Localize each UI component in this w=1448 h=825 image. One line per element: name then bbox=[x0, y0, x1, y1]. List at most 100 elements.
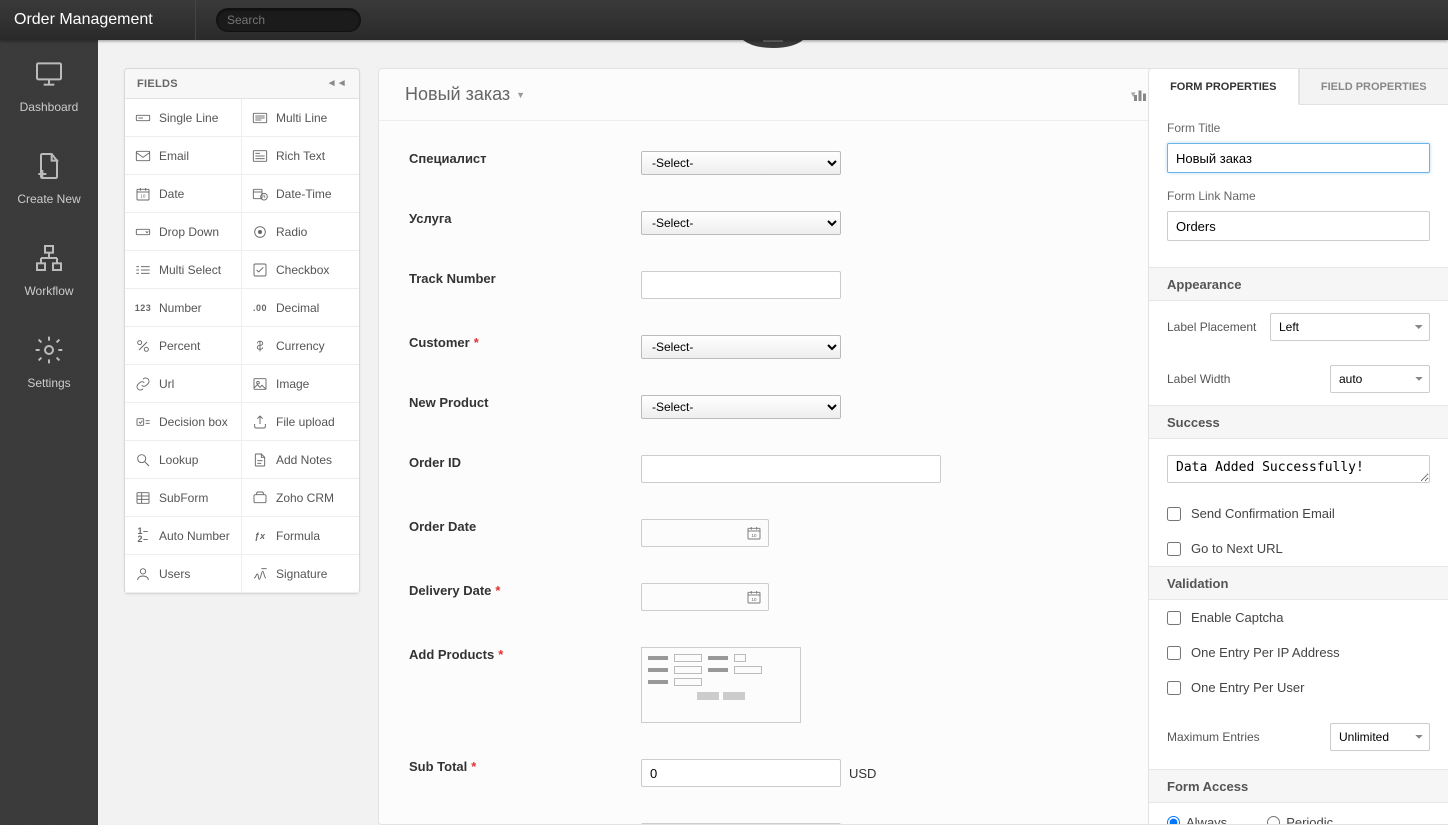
rail-dashboard[interactable]: Dashboard bbox=[0, 40, 98, 132]
add-notes-icon bbox=[252, 452, 268, 468]
unit-label: USD bbox=[849, 766, 876, 781]
palette-item-single-line[interactable]: Single Line bbox=[125, 99, 242, 137]
palette-item-radio[interactable]: Radio bbox=[242, 213, 359, 251]
rail-label: Dashboard bbox=[20, 100, 79, 114]
form-title-input[interactable] bbox=[1167, 143, 1430, 173]
palette-item-currency[interactable]: Currency bbox=[242, 327, 359, 365]
palette-item-auto-number[interactable]: 1–2–Auto Number bbox=[125, 517, 242, 555]
field-control: 10 bbox=[641, 519, 769, 547]
palette-item-decision-box[interactable]: Decision box bbox=[125, 403, 242, 441]
periodic-radio[interactable]: Periodic bbox=[1267, 815, 1333, 825]
chevron-down-icon: ▼ bbox=[1129, 90, 1137, 99]
required-indicator: * bbox=[474, 335, 479, 350]
palette-item-decimal[interactable]: .00Decimal bbox=[242, 289, 359, 327]
label-placement-select[interactable]: Left bbox=[1270, 313, 1430, 341]
date-time-icon bbox=[252, 186, 268, 202]
order-id-input[interactable] bbox=[641, 455, 941, 483]
field-label: Add Products * bbox=[409, 647, 641, 662]
enable-captcha-checkbox[interactable]: Enable Captcha bbox=[1149, 600, 1448, 635]
palette-item-drop-down[interactable]: Drop Down bbox=[125, 213, 242, 251]
multi-select-icon bbox=[135, 262, 151, 278]
label-width-select[interactable]: auto bbox=[1330, 365, 1430, 393]
specialist-select[interactable]: -Select- bbox=[641, 151, 841, 175]
palette-item-subform[interactable]: SubForm bbox=[125, 479, 242, 517]
palette-item-percent[interactable]: Percent bbox=[125, 327, 242, 365]
palette-item-number[interactable]: 123Number bbox=[125, 289, 242, 327]
sub-total-input[interactable] bbox=[641, 759, 841, 787]
svg-text:10: 10 bbox=[751, 533, 757, 538]
service-select[interactable]: -Select- bbox=[641, 211, 841, 235]
always-radio[interactable]: Always bbox=[1167, 815, 1227, 825]
palette-item-formula[interactable]: ƒx Formula bbox=[242, 517, 359, 555]
palette-item-file-upload[interactable]: File upload bbox=[242, 403, 359, 441]
new-product-select[interactable]: -Select- bbox=[641, 395, 841, 419]
one-user-checkbox[interactable]: One Entry Per User bbox=[1149, 670, 1448, 705]
rail-create-new[interactable]: Create New bbox=[0, 132, 98, 224]
field-label: Delivery Date * bbox=[409, 583, 641, 598]
palette-item-rich-text[interactable]: Rich Text bbox=[242, 137, 359, 175]
palette-item-date[interactable]: 10Date bbox=[125, 175, 242, 213]
palette-item-label: Currency bbox=[276, 339, 325, 353]
search-box[interactable] bbox=[216, 8, 361, 32]
field-row-sub-total: Sub Total *USD bbox=[409, 759, 1197, 787]
drop-down-icon bbox=[135, 224, 151, 240]
palette-header: FIELDS ◄◄ bbox=[125, 69, 359, 99]
collapse-icon[interactable]: ◄◄ bbox=[327, 78, 347, 89]
form-link-input[interactable] bbox=[1167, 211, 1430, 241]
rail-workflow[interactable]: Workflow bbox=[0, 224, 98, 316]
subform-placeholder[interactable] bbox=[641, 647, 801, 723]
palette-item-label: Decimal bbox=[276, 301, 319, 315]
palette-item-lookup[interactable]: Lookup bbox=[125, 441, 242, 479]
customer-select[interactable]: -Select- bbox=[641, 335, 841, 359]
max-entries-select[interactable]: Unlimited bbox=[1330, 723, 1430, 751]
calendar-icon: 10 bbox=[746, 525, 762, 541]
palette-item-multi-line[interactable]: Multi Line bbox=[242, 99, 359, 137]
field-label: Order ID bbox=[409, 455, 641, 470]
palette-item-add-notes[interactable]: Add Notes bbox=[242, 441, 359, 479]
track-number-input[interactable] bbox=[641, 271, 841, 299]
field-label: Order Date bbox=[409, 519, 641, 534]
palette-item-email[interactable]: Email bbox=[125, 137, 242, 175]
app-title: Order Management bbox=[0, 0, 196, 40]
palette-item-signature[interactable]: Signature bbox=[242, 555, 359, 593]
subform-icon bbox=[135, 490, 151, 506]
palette-item-date-time[interactable]: Date-Time bbox=[242, 175, 359, 213]
palette-item-label: Date-Time bbox=[276, 187, 332, 201]
rail-settings[interactable]: Settings bbox=[0, 316, 98, 408]
palette-item-label: Users bbox=[159, 567, 190, 581]
success-message-input[interactable]: Data Added Successfully! bbox=[1167, 455, 1430, 483]
left-rail: Dashboard Create New Workflow Settings bbox=[0, 40, 98, 825]
date-icon: 10 bbox=[135, 186, 151, 202]
palette-item-label: File upload bbox=[276, 415, 335, 429]
field-control bbox=[641, 271, 841, 299]
delivery-date-input[interactable]: 10 bbox=[641, 583, 769, 611]
palette-item-label: Signature bbox=[276, 567, 327, 581]
send-email-checkbox[interactable]: Send Confirmation Email bbox=[1149, 496, 1448, 531]
palette-item-label: Image bbox=[276, 377, 309, 391]
label-placement-label: Label Placement bbox=[1167, 320, 1256, 334]
palette-item-label: Formula bbox=[276, 529, 320, 543]
palette-item-url[interactable]: Url bbox=[125, 365, 242, 403]
email-icon bbox=[135, 148, 151, 164]
gear-icon bbox=[33, 334, 65, 366]
goto-url-checkbox[interactable]: Go to Next URL bbox=[1149, 531, 1448, 566]
form-title[interactable]: Новый заказ ▼ bbox=[405, 84, 525, 105]
palette-item-multi-select[interactable]: Multi Select bbox=[125, 251, 242, 289]
tab-form-properties[interactable]: FORM PROPERTIES bbox=[1149, 69, 1299, 105]
tab-field-properties[interactable]: FIELD PROPERTIES bbox=[1299, 69, 1448, 105]
one-ip-checkbox[interactable]: One Entry Per IP Address bbox=[1149, 635, 1448, 670]
percent-icon bbox=[135, 338, 151, 354]
single-line-icon bbox=[135, 110, 151, 126]
palette-item-image[interactable]: Image bbox=[242, 365, 359, 403]
number-icon: 123 bbox=[135, 300, 151, 316]
form-canvas: Новый заказ ▼ ▼ ▼ ▼ Специалист-Select-Ус… bbox=[378, 68, 1228, 825]
zoho-crm-icon bbox=[252, 490, 268, 506]
form-link-label: Form Link Name bbox=[1167, 189, 1430, 203]
palette-item-label: Rich Text bbox=[276, 149, 325, 163]
palette-item-users[interactable]: Users bbox=[125, 555, 242, 593]
search-input[interactable] bbox=[227, 13, 382, 27]
order-date-input[interactable]: 10 bbox=[641, 519, 769, 547]
palette-item-zoho-crm[interactable]: Zoho CRM bbox=[242, 479, 359, 517]
palette-item-checkbox[interactable]: Checkbox bbox=[242, 251, 359, 289]
formula-icon: ƒx bbox=[252, 528, 268, 544]
